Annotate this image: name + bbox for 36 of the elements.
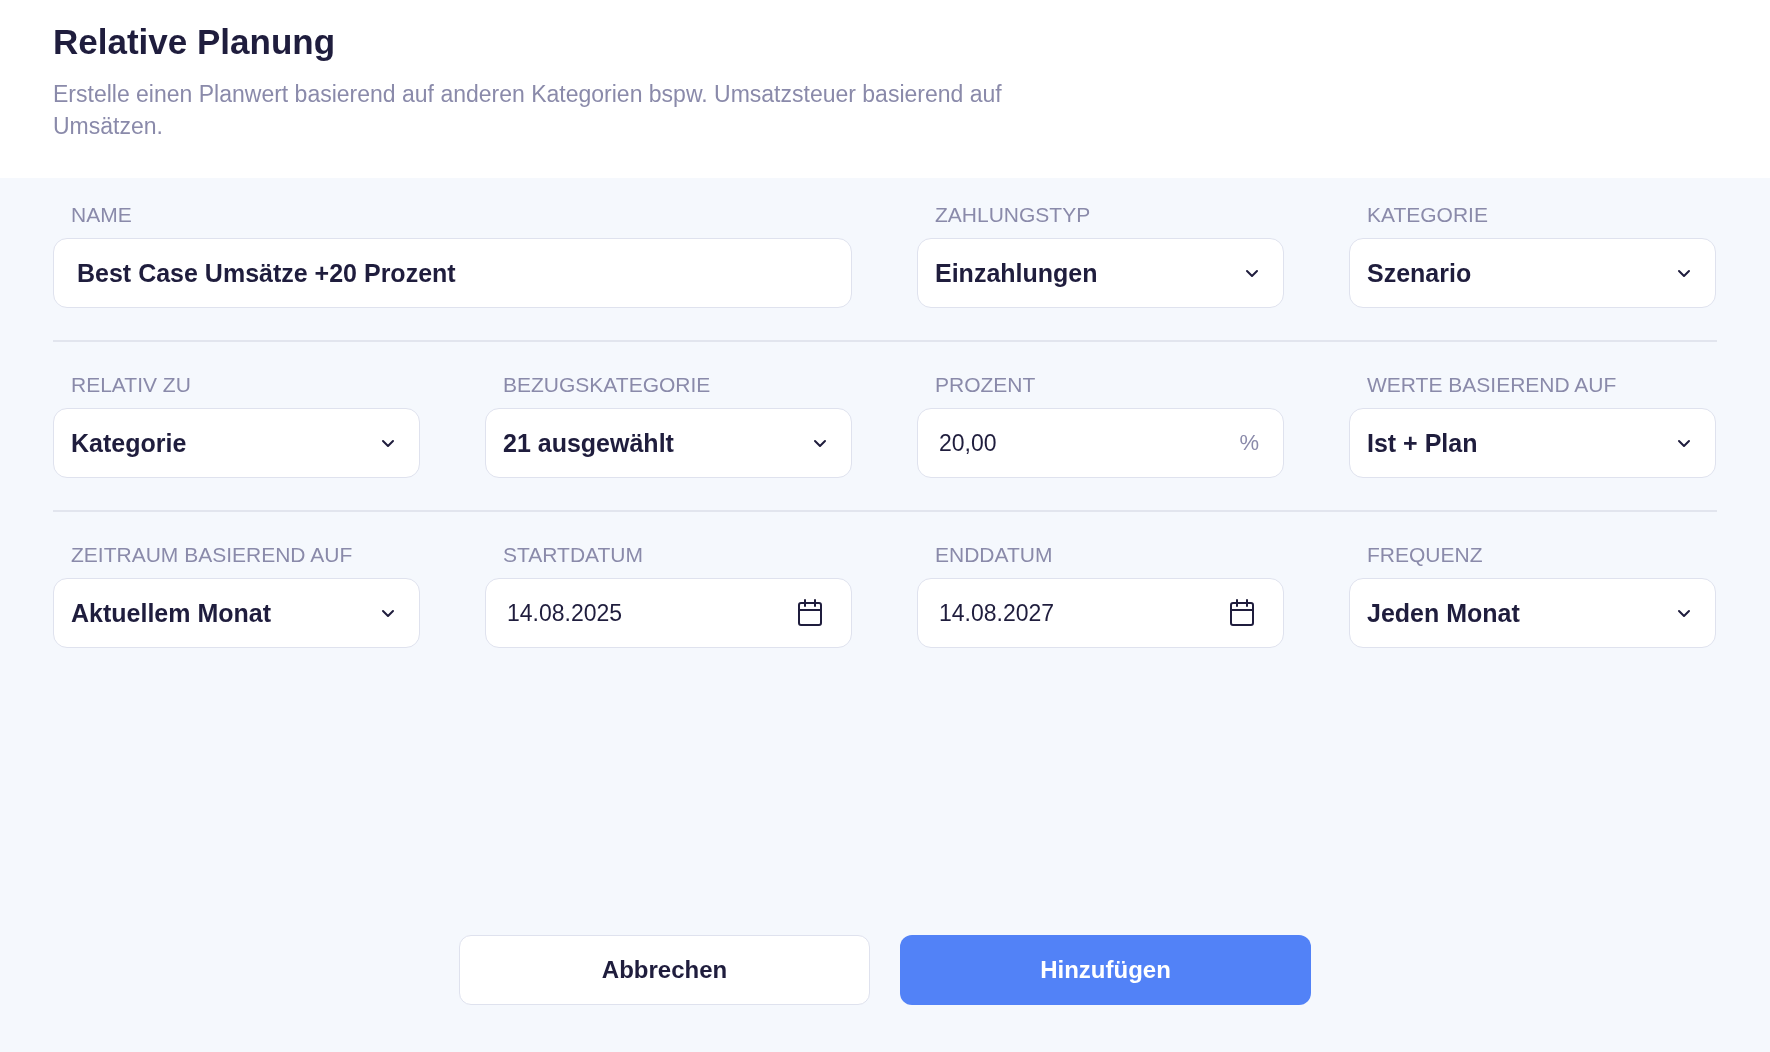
field-label: BEZUGSKATEGORIE — [502, 372, 712, 398]
percent-input-field[interactable]: 20,00 % — [917, 408, 1284, 478]
cancel-button[interactable]: Abbrechen — [459, 935, 870, 1005]
calendar-icon[interactable] — [797, 599, 823, 627]
field-label: NAME — [70, 202, 133, 228]
field-label: STARTDATUM — [502, 542, 644, 568]
chevron-down-icon — [1677, 438, 1691, 448]
dropdown-field[interactable]: Szenario — [1349, 238, 1716, 308]
chevron-down-icon — [813, 438, 827, 448]
calendar-icon[interactable] — [1229, 599, 1255, 627]
field-label: ZAHLUNGSTYP — [934, 202, 1092, 228]
field-label: KATEGORIE — [1366, 202, 1489, 228]
dropdown-field[interactable]: Kategorie — [53, 408, 420, 478]
add-button[interactable]: Hinzufügen — [900, 935, 1311, 1005]
percent-suffix: % — [1239, 430, 1259, 456]
dropdown-field[interactable]: Ist + Plan — [1349, 408, 1716, 478]
date-input-field[interactable]: 14.08.2027 — [917, 578, 1284, 648]
dropdown-field[interactable]: Jeden Monat — [1349, 578, 1716, 648]
dropdown-field[interactable]: Einzahlungen — [917, 238, 1284, 308]
chevron-down-icon — [1245, 268, 1259, 278]
chevron-down-icon — [1677, 268, 1691, 278]
dropdown-field[interactable]: Aktuellem Monat — [53, 578, 420, 648]
dialog-title: Relative Planung — [53, 22, 337, 62]
field-label: ENDDATUM — [934, 542, 1054, 568]
field-label: ZEITRAUM BASIEREND AUF — [70, 542, 354, 568]
text-input-field[interactable]: Best Case Umsätze +20 Prozent — [53, 238, 852, 308]
field-label: PROZENT — [934, 372, 1037, 398]
date-input-field[interactable]: 14.08.2025 — [485, 578, 852, 648]
field-label: RELATIV ZU — [70, 372, 192, 398]
chevron-down-icon — [381, 608, 395, 618]
field-label: FREQUENZ — [1366, 542, 1484, 568]
field-label: WERTE BASIEREND AUF — [1366, 372, 1618, 398]
chevron-down-icon — [381, 438, 395, 448]
chevron-down-icon — [1677, 608, 1691, 618]
dialog-description: Erstelle einen Planwert basierend auf anderen Kategorien bspw. Umsatzsteuer basierend auf Umsätzen. — [53, 80, 1003, 141]
dropdown-field[interactable]: 21 ausgewählt — [485, 408, 852, 478]
